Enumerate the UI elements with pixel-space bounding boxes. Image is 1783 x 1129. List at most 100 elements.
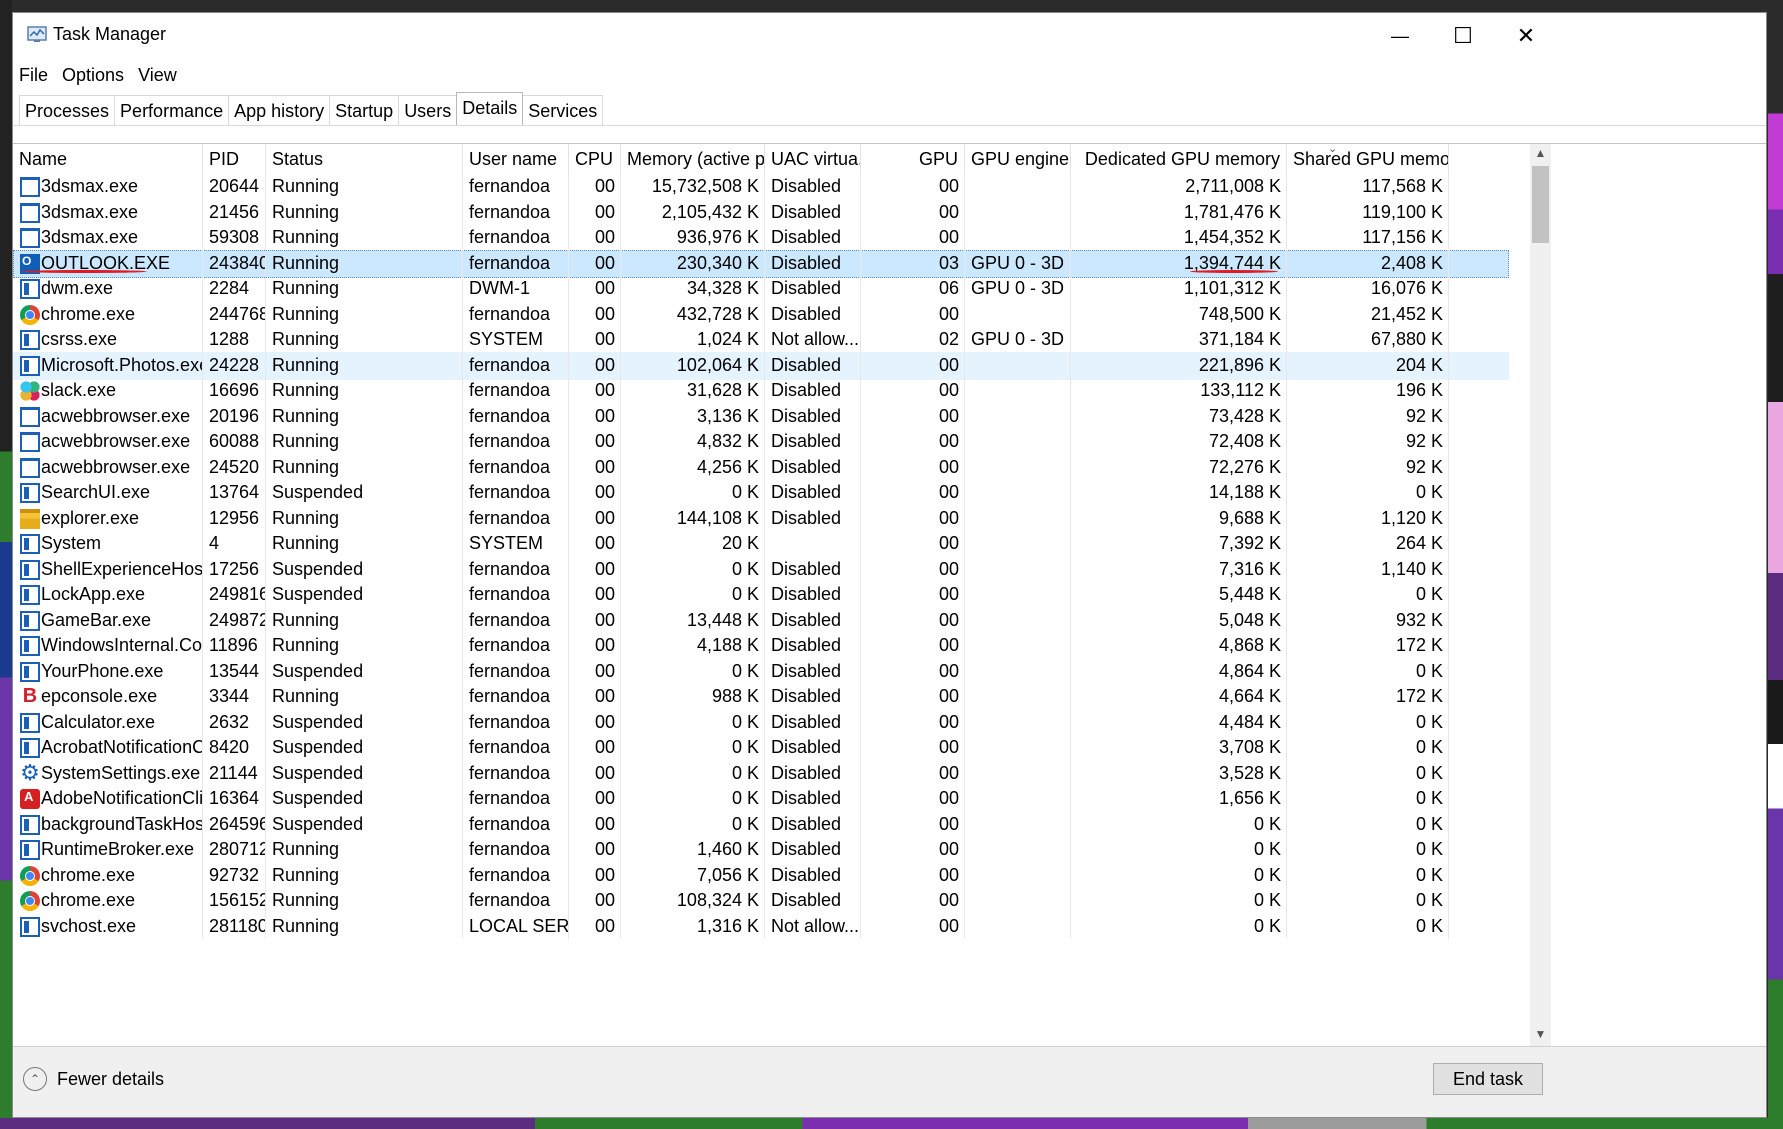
shared-gpu-memory-cell: 204 K <box>1395 354 1443 375</box>
tab-startup[interactable]: Startup <box>329 95 400 125</box>
table-row[interactable]: 3dsmax.exe 20644 Running fernandoa 00 15,732,… <box>13 173 1509 201</box>
gpu-cell: 00 <box>938 711 959 732</box>
tab-services[interactable]: Services <box>522 95 604 125</box>
table-row[interactable]: AdobeNotificationCli... 16364 Suspended fer… <box>13 785 1509 813</box>
table-row[interactable]: LockApp.exe 249816 Suspended fernandoa 00 0 K… <box>13 581 1509 609</box>
status-cell: Running <box>272 201 340 222</box>
column-header-cpu[interactable]: CPU <box>569 144 621 174</box>
table-row[interactable]: 3dsmax.exe 21456 Running fernandoa 00 2,105,4… <box>13 199 1509 227</box>
app-icon <box>20 712 40 733</box>
uac-virtualization-cell: Not allow... <box>771 915 860 936</box>
user-name-cell: fernandoa <box>469 482 551 502</box>
menu-file[interactable]: File <box>13 61 55 89</box>
uac-virtualization-cell: Disabled <box>771 813 842 834</box>
column-header-pid[interactable]: PID <box>203 144 266 174</box>
process-name-cell: SearchUI.exe <box>13 479 203 507</box>
table-row[interactable]: GameBar.exe 249872 Running fernandoa 00 13,44… <box>13 607 1509 635</box>
table-row[interactable]: svchost.exe 281180 Running LOCAL SER... 00 1,… <box>13 913 1509 941</box>
desktop-background <box>0 0 12 1129</box>
process-name-cell: chrome.exe <box>13 887 203 915</box>
table-row[interactable]: acwebbrowser.exe 20196 Running fernandoa 00 3… <box>13 403 1509 431</box>
table-row[interactable]: AcrobatNotificationCl... 8420 Suspended fer… <box>13 734 1509 762</box>
task-manager-icon <box>27 26 47 42</box>
table-row[interactable]: dwm.exe 2284 Running DWM-1 00 34,328 K Disable… <box>13 275 1509 303</box>
table-row[interactable]: chrome.exe 92732 Running fernandoa 00 7,056 K… <box>13 862 1509 890</box>
uac-virtualization-cell: Disabled <box>771 227 842 247</box>
shared-gpu-memory-cell: 0 K <box>1415 813 1443 834</box>
close-button[interactable]: ✕ <box>1491 13 1561 59</box>
pid-cell: 156152 <box>209 890 266 910</box>
vertical-scrollbar[interactable]: ▲ ▼ <box>1530 144 1551 1047</box>
user-name-cell: fernandoa <box>469 227 551 247</box>
menu-view[interactable]: View <box>131 61 184 89</box>
column-header-name[interactable]: Name <box>13 144 203 174</box>
tab-app-history[interactable]: App history <box>228 95 331 125</box>
column-header-status[interactable]: Status <box>266 144 463 174</box>
process-name: SystemSettings.exe <box>41 762 201 783</box>
column-header-memory[interactable]: Memory (active p... <box>621 144 765 174</box>
table-row[interactable]: Calculator.exe 2632 Suspended fernandoa 00 0 … <box>13 709 1509 737</box>
process-name: svchost.exe <box>41 915 137 936</box>
column-header-gpu[interactable]: GPU <box>861 144 965 174</box>
minimize-button[interactable]: — <box>1365 13 1435 59</box>
fewer-details-link[interactable]: Fewer details <box>57 1069 164 1090</box>
user-name-cell: fernandoa <box>469 584 551 604</box>
scrollbar-thumb[interactable] <box>1532 166 1549 243</box>
dedicated-gpu-memory-cell: 1,781,476 K <box>1183 201 1281 222</box>
table-row[interactable]: csrss.exe 1288 Running SYSTEM 00 1,024 K Not a… <box>13 326 1509 354</box>
column-header-uac-virtualization[interactable]: UAC virtua... <box>765 144 861 174</box>
menu-options[interactable]: Options <box>55 61 131 89</box>
column-header-user-name[interactable]: User name <box>463 144 569 174</box>
uac-virtualization-cell: Disabled <box>771 558 842 579</box>
cpu-cell: 00 <box>594 558 615 579</box>
process-name-cell: 3dsmax.exe <box>13 224 203 252</box>
table-row[interactable]: backgroundTaskHost.... 264596 Suspended fer… <box>13 811 1509 839</box>
user-name-cell: fernandoa <box>469 303 551 324</box>
pid-cell: 243840 <box>209 252 266 273</box>
table-row[interactable]: chrome.exe 244768 Running fernandoa 00 432,72… <box>13 301 1509 329</box>
tab-users[interactable]: Users <box>398 95 458 125</box>
table-row[interactable]: Microsoft.Photos.exe 24228 Running fernando… <box>13 351 1509 380</box>
window-icon <box>20 406 40 427</box>
table-row[interactable]: SearchUI.exe 13764 Suspended fernandoa 00 0 K… <box>13 479 1509 507</box>
process-name: acwebbrowser.exe <box>41 456 191 477</box>
status-cell: Running <box>272 329 340 349</box>
table-row[interactable]: ShellExperienceHost.... 17256 Suspended fer… <box>13 556 1509 584</box>
table-row[interactable]: OUTLOOK.EXE 243840 Running fernandoa 00 230,3… <box>13 249 1509 278</box>
end-task-button[interactable]: End task <box>1433 1063 1543 1095</box>
uac-virtualization-cell: Disabled <box>771 839 842 859</box>
table-row[interactable]: 3dsmax.exe 59308 Running fernandoa 00 936,976… <box>13 224 1509 252</box>
dedicated-gpu-memory-cell: 73,428 K <box>1208 405 1281 426</box>
table-row[interactable]: System 4 Running SYSTEM 00 20 K 00 7,392 K 264 K <box>13 530 1509 558</box>
scroll-up-icon[interactable]: ▲ <box>1530 146 1551 164</box>
process-name-cell: chrome.exe <box>13 862 203 890</box>
scroll-down-icon[interactable]: ▼ <box>1530 1027 1551 1045</box>
table-row[interactable]: WindowsInternal.Co... 11896 Running fernand… <box>13 632 1509 660</box>
column-header-shared-gpu-memory[interactable]: Shared GPU memory <box>1287 144 1449 174</box>
table-row[interactable]: slack.exe 16696 Running fernandoa 00 31,628 K… <box>13 377 1509 405</box>
table-row[interactable]: ⚙ SystemSettings.exe 21144 Suspended fernand… <box>13 760 1509 788</box>
table-row[interactable]: RuntimeBroker.exe 280712 Running fernandoa 0… <box>13 836 1509 864</box>
memory-cell: 4,188 K <box>696 635 759 655</box>
window-title: Task Manager <box>53 24 167 44</box>
column-header-dedicated-gpu-memory[interactable]: Dedicated GPU memory <box>1071 144 1287 174</box>
pid-cell: 24228 <box>209 354 260 375</box>
table-row[interactable]: explorer.exe 12956 Running fernandoa 00 144,1… <box>13 505 1509 533</box>
table-row[interactable]: acwebbrowser.exe 60088 Running fernandoa 00 4… <box>13 428 1509 456</box>
column-header-gpu-engine[interactable]: GPU engine <box>965 144 1071 174</box>
gpu-engine-cell: GPU 0 - 3D <box>971 278 1065 298</box>
table-row[interactable]: Bepconsole.exe 3344 Running fernandoa 00 988 … <box>13 683 1509 711</box>
tab-processes[interactable]: Processes <box>19 95 116 125</box>
tab-details[interactable]: Details <box>456 92 524 126</box>
dedicated-gpu-memory-cell: 72,408 K <box>1208 431 1281 451</box>
table-row[interactable]: acwebbrowser.exe 24520 Running fernandoa 00 4… <box>13 454 1509 482</box>
uac-virtualization-cell: Disabled <box>771 303 842 324</box>
chevron-up-icon[interactable]: ⌃ <box>23 1067 47 1091</box>
user-name-cell: fernandoa <box>469 635 551 655</box>
memory-cell: 31,628 K <box>686 380 759 400</box>
table-row[interactable]: chrome.exe 156152 Running fernandoa 00 108,32… <box>13 887 1509 915</box>
table-row[interactable]: YourPhone.exe 13544 Suspended fernandoa 00 0 … <box>13 658 1509 686</box>
maximize-button[interactable]: ☐ <box>1428 13 1498 59</box>
tab-performance[interactable]: Performance <box>114 95 230 125</box>
cpu-cell: 00 <box>594 839 615 859</box>
